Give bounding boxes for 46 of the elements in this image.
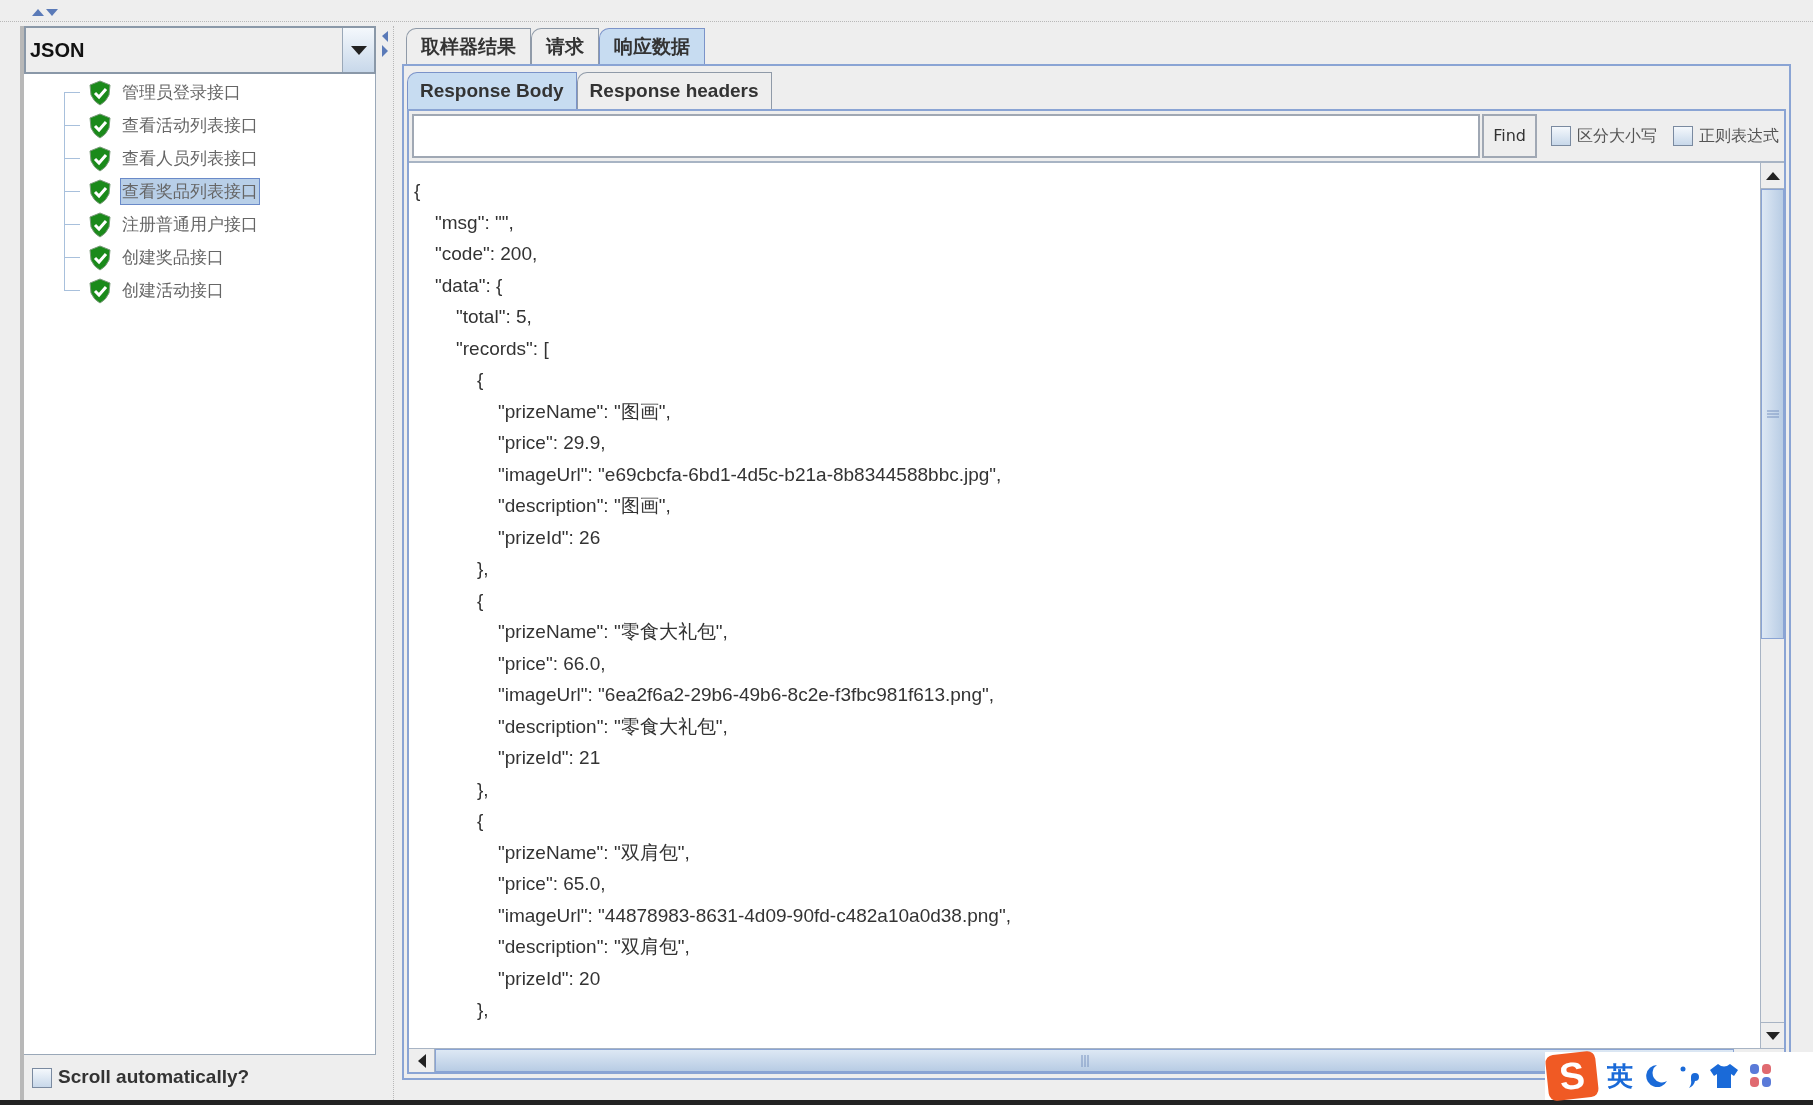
code-line: "data": {	[435, 273, 503, 298]
tab[interactable]: 请求	[531, 28, 599, 64]
checkbox-label: Scroll automatically?	[58, 1065, 250, 1090]
code-line: "description": "零食大礼包",	[498, 714, 728, 739]
input-mode-button[interactable]: 英	[1607, 1056, 1633, 1096]
code-line: },	[477, 998, 489, 1022]
tree-item[interactable]: 管理员登录接口	[120, 78, 243, 107]
code-line: {	[477, 368, 484, 392]
code-line: "prizeId": 26	[498, 525, 601, 550]
code-line: "prizeName": "图画",	[498, 399, 671, 424]
code-line: "prizeId": 21	[498, 746, 601, 770]
code-line: "price": 65.0,	[498, 872, 606, 896]
tree-item[interactable]: 创建活动接口	[120, 276, 226, 305]
tree-item[interactable]: 创建奖品接口	[120, 243, 226, 272]
code-line: "price": 29.9,	[498, 431, 606, 455]
tab[interactable]: Response Body	[407, 72, 577, 109]
code-line: },	[477, 557, 489, 581]
code-line: "prizeName": "零食大礼包",	[498, 620, 728, 644]
code-line: {	[414, 179, 421, 203]
ime-logo[interactable]: S	[1544, 1050, 1600, 1102]
checkbox-label: 正则表达式	[1699, 125, 1779, 147]
tree-item[interactable]: 注册普通用户接口	[120, 210, 260, 239]
code-line: "price": 66.0,	[498, 651, 606, 676]
code-line: },	[477, 777, 489, 802]
tree-item[interactable]: 查看人员列表接口	[120, 144, 260, 173]
find-button[interactable]: Find	[1482, 114, 1537, 158]
code-line: "imageUrl": "e69cbcfa-6bd1-4d5c-b21a-8b8344588bbc.jpg",	[498, 462, 1002, 487]
code-line: "imageUrl": "6ea2f6a2-29b6-49b6-8c2e-f3fbc981f613.png",	[498, 683, 994, 707]
code-line: "imageUrl": "44878983-8631-4d09-90fd-c482a10a0d38.png",	[498, 903, 1011, 928]
code-line: "code": 200,	[435, 242, 538, 266]
code-line: "msg": "",	[435, 210, 514, 235]
code-line: "description": "图画",	[498, 494, 671, 518]
tab[interactable]: 取样器结果	[406, 28, 531, 64]
tree-item[interactable]: 查看奖品列表接口	[120, 177, 260, 206]
tab[interactable]: 响应数据	[599, 28, 705, 64]
renderer-dropdown[interactable]: JSON	[24, 26, 376, 74]
code-line: {	[477, 809, 484, 833]
code-line: "prizeId": 20	[498, 966, 601, 991]
tab[interactable]: Response headers	[576, 72, 772, 109]
code-line: "prizeName": "双肩包",	[498, 840, 690, 865]
tree-item[interactable]: 查看活动列表接口	[120, 111, 260, 140]
code-line: "description": "双肩包",	[498, 935, 690, 959]
code-line: {	[477, 588, 484, 613]
code-line: "records": [	[456, 336, 549, 361]
checkbox-label: 区分大小写	[1577, 125, 1657, 147]
code-line: "total": 5,	[456, 305, 532, 329]
